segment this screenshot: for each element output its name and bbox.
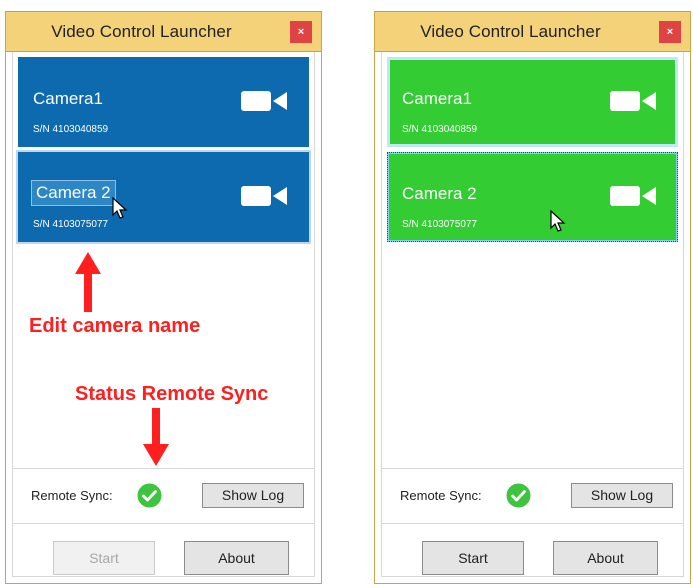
camera-card-1[interactable]: Camera1 S/N 4103040859 xyxy=(387,57,678,147)
sync-ok-check-icon xyxy=(506,483,531,508)
title-bar: Video Control Launcher × xyxy=(375,12,690,52)
window-title: Video Control Launcher xyxy=(51,22,232,41)
annotation-status-remote-sync: Status Remote Sync xyxy=(75,383,269,405)
remote-sync-label: Remote Sync: xyxy=(31,488,113,503)
camera-serial: S/N 4103075077 xyxy=(33,219,109,230)
camera-card-2[interactable]: Camera 2 S/N 4103075077 xyxy=(387,152,678,242)
close-button[interactable]: × xyxy=(290,21,312,43)
video-camera-icon xyxy=(241,91,287,111)
launcher-window-right: Video Control Launcher × Camera1 S/N 410… xyxy=(374,11,691,584)
camera-name-edit-field[interactable]: Camera 2 xyxy=(31,180,116,206)
annotation-edit-camera-name: Edit camera name xyxy=(29,315,201,337)
red-arrow-up-icon xyxy=(75,252,101,312)
launcher-window-left: Video Control Launcher × Camera1 S/N 410… xyxy=(5,11,322,584)
window-content: Camera1 S/N 4103040859 Camera 2 S/N 4103… xyxy=(381,52,684,577)
show-log-button[interactable]: Show Log xyxy=(571,483,673,508)
about-button[interactable]: About xyxy=(553,541,658,575)
remote-sync-bar: Remote Sync: Show Log xyxy=(13,468,314,524)
video-camera-icon xyxy=(610,91,656,111)
window-content: Camera1 S/N 4103040859 Camera 2 S/N 4103… xyxy=(12,52,315,577)
camera-card-2[interactable]: Camera 2 S/N 4103075077 xyxy=(16,150,311,244)
camera-name: Camera1 xyxy=(33,89,103,108)
mouse-cursor-icon xyxy=(550,210,566,232)
camera-card-1[interactable]: Camera1 S/N 4103040859 xyxy=(18,57,309,147)
camera-name: Camera1 xyxy=(402,89,472,108)
start-button[interactable]: Start xyxy=(422,541,524,575)
camera-serial: S/N 4103040859 xyxy=(33,124,109,135)
camera-serial: S/N 4103040859 xyxy=(402,124,478,135)
video-camera-icon xyxy=(610,186,656,206)
remote-sync-label: Remote Sync: xyxy=(400,488,482,503)
video-camera-icon xyxy=(241,186,287,206)
title-bar: Video Control Launcher × xyxy=(6,12,321,52)
show-log-button[interactable]: Show Log xyxy=(202,483,304,508)
close-button[interactable]: × xyxy=(659,21,681,43)
start-button[interactable]: Start xyxy=(53,541,155,575)
sync-ok-check-icon xyxy=(137,483,162,508)
about-button[interactable]: About xyxy=(184,541,289,575)
camera-name: Camera 2 xyxy=(402,184,477,203)
window-title: Video Control Launcher xyxy=(420,22,601,41)
camera-list: Camera1 S/N 4103040859 Camera 2 S/N 4103… xyxy=(387,57,678,459)
camera-serial: S/N 4103075077 xyxy=(402,219,478,230)
remote-sync-bar: Remote Sync: Show Log xyxy=(382,468,683,524)
red-arrow-down-icon xyxy=(143,408,169,466)
mouse-cursor-icon xyxy=(112,197,128,219)
